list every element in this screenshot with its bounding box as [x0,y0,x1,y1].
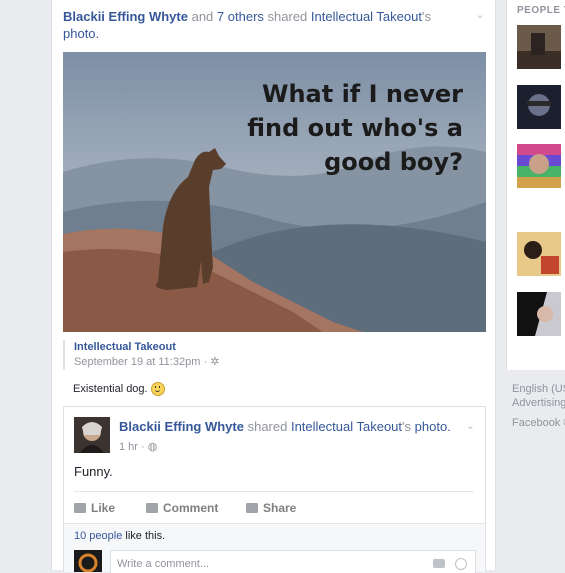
and-text: and [191,9,214,24]
people-you-may-know: PEOPLE Y [506,0,565,370]
separator: · [203,356,208,368]
avatar-image [74,417,110,453]
page-link[interactable]: Intellectual Takeout [311,9,422,24]
photo-image: What if I never find out who's a good bo… [63,52,486,332]
avatar [74,550,102,572]
suggestion-thumbnail[interactable] [517,85,561,129]
likers-link[interactable]: 10 people [74,530,122,542]
share-label: Share [263,501,297,515]
actor-link[interactable]: Blackii Effing Whyte [63,9,188,24]
camera-icon[interactable] [433,559,445,568]
chevron-down-icon[interactable]: ⌄ [474,8,486,21]
source-date[interactable]: September 19 at 11:32pm [74,356,200,368]
thumbnail-image [517,232,561,276]
source-description: Existential dog. [73,382,165,396]
smile-icon [150,382,165,396]
shared-text: shared [267,9,308,24]
advertising-link[interactable]: Advertising [512,396,565,410]
suggestion-thumbnail[interactable] [517,25,561,69]
comment-placeholder: Write a comment... [117,558,210,570]
comment-label: Comment [163,501,219,515]
post-text: Funny. [74,464,113,479]
possessive-text: 's [421,9,431,24]
photo-link[interactable]: photo. [415,419,451,434]
separator: · [141,441,145,453]
like-button[interactable]: Like [74,501,115,515]
source-attribution: Intellectual Takeout September 19 at 11:… [63,340,497,370]
thumbs-up-icon [74,503,86,513]
photo-caption-line1: What if I never [262,80,463,108]
photo-link[interactable]: photo. [63,26,99,41]
shared-post: Blackii Effing Whyte shared Intellectual… [63,406,486,573]
globe-icon: ◍ [147,441,158,453]
share-button[interactable]: Share [246,501,296,515]
comment-button[interactable]: Comment [146,501,218,515]
photo-caption-line2: find out who's a [247,114,463,142]
share-arrow-icon [246,503,258,513]
commenter-avatar-image [74,550,102,572]
shared-photo[interactable]: What if I never find out who's a good bo… [63,52,486,332]
post-header: Blackii Effing Whyte shared Intellectual… [119,419,459,434]
suggestion-thumbnail[interactable] [517,232,561,276]
emoji-icon[interactable] [455,558,467,570]
section-label: PEOPLE Y [517,5,565,16]
facebook-copyright: Facebook © [512,417,565,429]
news-feed-story: Blackii Effing Whyte and 7 others shared… [51,0,497,573]
thumbnail-image [517,25,561,69]
like-label: Like [91,501,116,515]
source-meta: September 19 at 11:32pm · ✲ [74,355,497,370]
description-text: Existential dog. [73,382,148,395]
others-link[interactable]: 7 others [217,9,264,24]
story-header: Blackii Effing Whyte and 7 others shared… [63,8,463,42]
avatar[interactable] [74,417,110,453]
photo-caption-line3: good boy? [324,148,463,176]
like-suffix: like this. [125,530,166,542]
thumbnail-image [517,85,561,129]
language-link[interactable]: English (US [512,382,565,396]
time-link[interactable]: 1 hr [119,441,138,453]
thumbnail-image [517,144,561,188]
page-link[interactable]: Intellectual Takeout [291,419,402,434]
chevron-down-icon[interactable]: ⌄ [466,419,475,432]
thumbnail-image [517,292,561,336]
suggestion-thumbnail[interactable] [517,292,561,336]
shared-text: shared [247,419,288,434]
globe-icon: ✲ [210,356,220,368]
author-link[interactable]: Blackii Effing Whyte [119,419,244,434]
post-time: 1 hr · ◍ [119,440,157,453]
footer-links: English (US Advertising Facebook © [512,382,565,430]
likes-section: 10 people like this. Write a comment... [64,523,485,573]
action-bar: Like Comment Share [74,491,474,522]
possessive-text: 's [402,419,412,434]
comment-icon [146,503,158,513]
suggestion-thumbnail[interactable] [517,144,561,188]
source-name[interactable]: Intellectual Takeout [74,340,497,355]
like-count: 10 people like this. [74,530,165,542]
